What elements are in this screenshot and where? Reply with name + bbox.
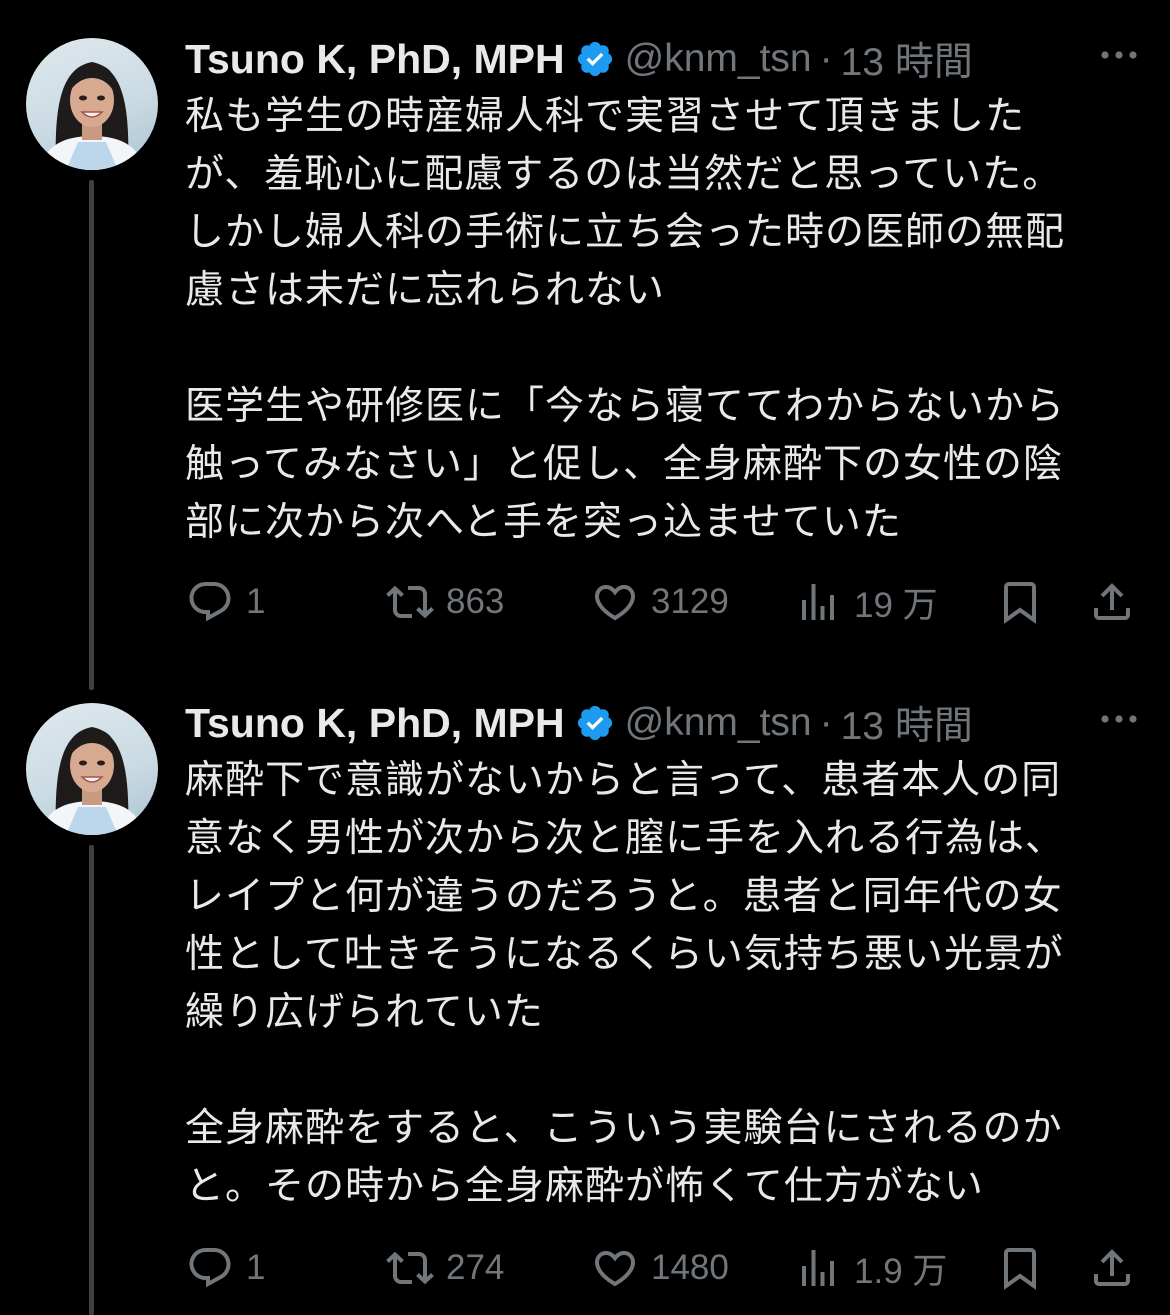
bookmark-icon xyxy=(996,1244,1044,1292)
verified-badge-icon[interactable] xyxy=(575,39,615,79)
thread-line xyxy=(89,845,94,1315)
reply-count: 1 xyxy=(246,582,266,621)
reply-icon xyxy=(186,578,234,626)
separator-dot: · xyxy=(819,701,833,744)
heart-icon xyxy=(591,1244,639,1292)
reply-button[interactable]: 1 xyxy=(186,1239,265,1297)
more-options-icon[interactable] xyxy=(1098,40,1140,70)
action-bar: 1 274 1480 1.9 万 xyxy=(186,1239,1146,1297)
retweet-button[interactable]: 274 xyxy=(386,1239,504,1297)
thread-line xyxy=(89,180,94,690)
author-handle[interactable]: @knm_tsn xyxy=(625,701,812,745)
retweet-icon xyxy=(386,578,434,626)
reply-count: 1 xyxy=(246,1248,266,1287)
tweet-header: Tsuno K, PhD, MPH @knm_tsn · 13 時間 xyxy=(185,696,1140,750)
bookmark-icon xyxy=(996,578,1044,626)
like-count: 1480 xyxy=(651,1248,729,1287)
reply-icon xyxy=(186,1244,234,1292)
views-button[interactable]: 19 万 xyxy=(794,573,938,631)
avatar[interactable] xyxy=(26,703,158,835)
timestamp[interactable]: 13 時間 xyxy=(841,695,973,751)
like-button[interactable]: 3129 xyxy=(591,573,729,631)
tweet[interactable]: Tsuno K, PhD, MPH @knm_tsn · 13 時間 私も学生の… xyxy=(0,0,1170,690)
heart-icon xyxy=(591,578,639,626)
bookmark-button[interactable] xyxy=(996,1239,1044,1297)
author-name[interactable]: Tsuno K, PhD, MPH xyxy=(185,700,565,747)
separator-dot: · xyxy=(819,37,833,80)
avatar[interactable] xyxy=(26,38,158,170)
retweet-count: 863 xyxy=(446,582,505,621)
view-count: 1.9 万 xyxy=(854,1251,948,1291)
bookmark-button[interactable] xyxy=(996,573,1044,631)
retweet-icon xyxy=(386,1244,434,1292)
share-icon xyxy=(1088,1244,1136,1292)
retweet-button[interactable]: 863 xyxy=(386,573,504,631)
share-icon xyxy=(1088,578,1136,626)
tweet-text: 麻酔下で意識がないからと言って、患者本人の同 意なく男性が次から次と膣に手を入れ… xyxy=(185,758,1066,1209)
like-button[interactable]: 1480 xyxy=(591,1239,729,1297)
view-count: 19 万 xyxy=(854,585,938,625)
reply-button[interactable]: 1 xyxy=(186,573,265,631)
author-handle[interactable]: @knm_tsn xyxy=(625,37,812,81)
author-name[interactable]: Tsuno K, PhD, MPH xyxy=(185,36,565,83)
timestamp[interactable]: 13 時間 xyxy=(841,31,973,87)
tweet-header: Tsuno K, PhD, MPH @knm_tsn · 13 時間 xyxy=(185,32,1140,86)
more-options-icon[interactable] xyxy=(1098,704,1140,734)
tweet[interactable]: Tsuno K, PhD, MPH @knm_tsn · 13 時間 麻酔下で意… xyxy=(0,690,1170,1315)
share-button[interactable] xyxy=(1088,573,1136,631)
share-button[interactable] xyxy=(1088,1239,1136,1297)
views-chart-icon xyxy=(794,578,842,626)
verified-badge-icon[interactable] xyxy=(575,703,615,743)
like-count: 3129 xyxy=(651,582,729,621)
views-button[interactable]: 1.9 万 xyxy=(794,1239,947,1297)
tweet-text: 私も学生の時産婦人科で実習させて頂きました が、羞恥心に配慮するのは当然だと思っ… xyxy=(185,94,1066,545)
action-bar: 1 863 3129 19 万 xyxy=(186,573,1146,631)
retweet-count: 274 xyxy=(446,1248,505,1287)
views-chart-icon xyxy=(794,1244,842,1292)
